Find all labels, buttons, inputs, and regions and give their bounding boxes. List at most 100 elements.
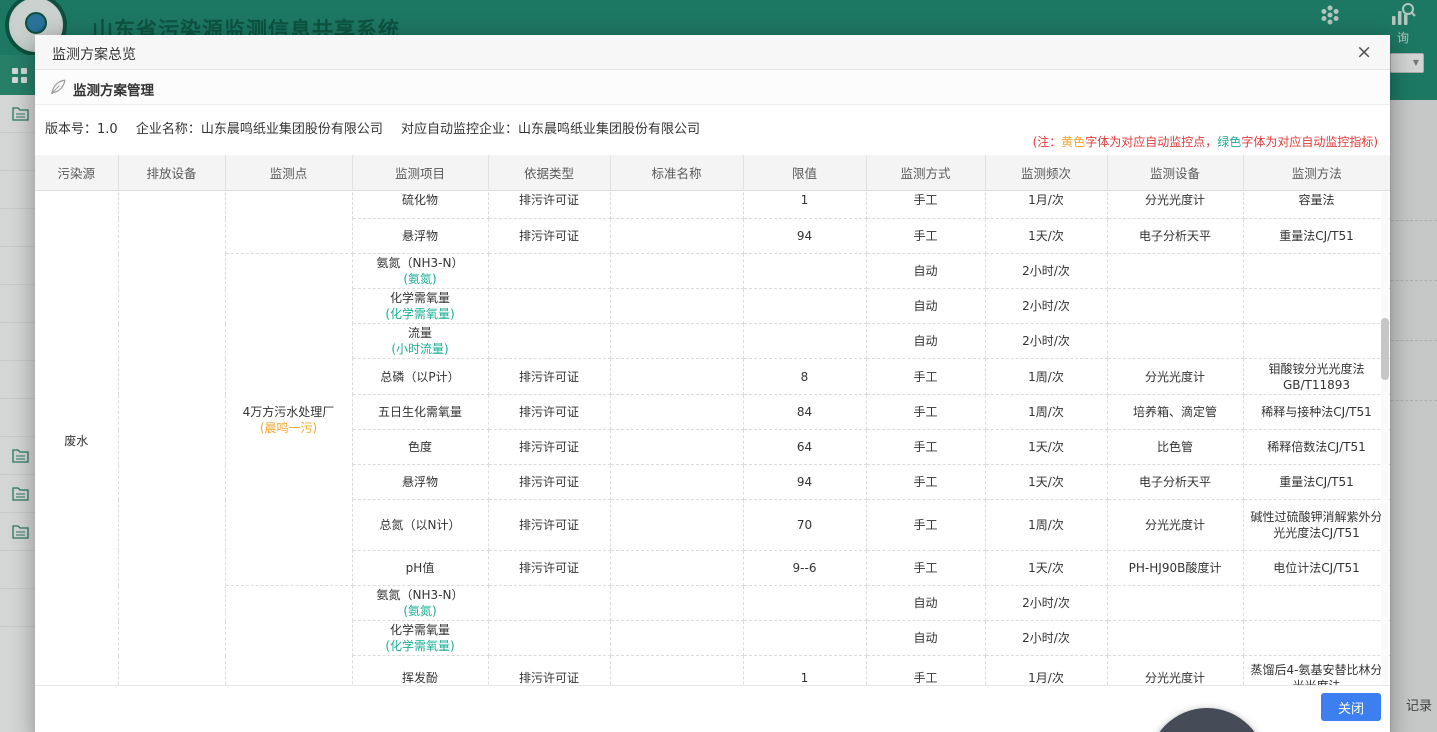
cell-basis-type (488, 586, 610, 621)
column-header: 限值 (743, 155, 866, 190)
column-header: 监测方式 (866, 155, 985, 190)
table-header: 污染源排放设备监测点监测项目依据类型标准名称限值监测方式监测频次监测设备监测方法 (35, 155, 1390, 191)
cell-basis-type: 排污许可证 (488, 219, 610, 254)
cell-monitor-device (1107, 289, 1243, 324)
cell-monitor-freq: 2小时/次 (985, 254, 1107, 289)
cell-standard-name (610, 656, 743, 686)
cell-basis-type: 排污许可证 (488, 500, 610, 551)
cell-monitor-device (1107, 254, 1243, 289)
cell-standard-name (610, 551, 743, 586)
cell-monitor-method: 稀释与接种法CJ/T51 (1243, 395, 1390, 430)
cell-monitor-mode: 自动 (866, 586, 985, 621)
cell-monitor-freq: 1天/次 (985, 465, 1107, 500)
table-row: 废水硫化物排污许可证1手工1月/次分光光度计容量法 (35, 191, 1390, 219)
cell-monitor-device: PH-HJ90B酸度计 (1107, 551, 1243, 586)
cell-basis-type: 排污许可证 (488, 191, 610, 219)
cell-monitor-mode: 手工 (866, 551, 985, 586)
cell-monitor-freq: 1周/次 (985, 359, 1107, 395)
cell-monitor-item: 流量(小时流量) (352, 324, 488, 359)
plan-info: 版本号：1.0 企业名称：山东晨鸣纸业集团股份有限公司 对应自动监控企业：山东晨… (45, 118, 700, 137)
cell-monitor-item: 悬浮物 (352, 465, 488, 500)
cell-monitor-freq: 2小时/次 (985, 621, 1107, 656)
cell-monitor-item: 悬浮物 (352, 219, 488, 254)
version-value: 1.0 (97, 122, 118, 137)
cell-monitor-method: 电位计法CJ/T51 (1243, 551, 1390, 586)
cell-monitor-mode: 手工 (866, 465, 985, 500)
cell-pollution-source: 废水 (35, 191, 118, 686)
cell-limit: 84 (743, 395, 866, 430)
table-scroll-area[interactable]: 废水硫化物排污许可证1手工1月/次分光光度计容量法悬浮物排污许可证94手工1天/… (35, 191, 1390, 686)
cell-standard-name (610, 191, 743, 219)
scrollbar-thumb[interactable] (1381, 318, 1389, 380)
cell-basis-type: 排污许可证 (488, 656, 610, 686)
column-header: 排放设备 (118, 155, 225, 190)
green-legend: 绿色 (1217, 135, 1241, 149)
cell-standard-name (610, 395, 743, 430)
cell-monitor-mode: 手工 (866, 395, 985, 430)
auto-company-value: 山东晨鸣纸业集团股份有限公司 (518, 122, 700, 137)
cell-monitor-point (225, 586, 352, 686)
cell-monitor-mode: 手工 (866, 191, 985, 219)
cell-monitor-item: 挥发酚 (352, 656, 488, 686)
table-header-row: 污染源排放设备监测点监测项目依据类型标准名称限值监测方式监测频次监测设备监测方法 (35, 155, 1390, 190)
cell-monitor-method: 蒸馏后4-氨基安替比林分光光度法 (1243, 656, 1390, 686)
version-label: 版本号： (45, 122, 97, 137)
cell-basis-type (488, 254, 610, 289)
cell-monitor-method (1243, 586, 1390, 621)
cell-basis-type: 排污许可证 (488, 430, 610, 465)
cell-limit: 1 (743, 656, 866, 686)
cell-basis-type: 排污许可证 (488, 465, 610, 500)
cell-monitor-device (1107, 324, 1243, 359)
cell-limit: 8 (743, 359, 866, 395)
cell-monitor-freq: 2小时/次 (985, 324, 1107, 359)
cell-monitor-freq: 1天/次 (985, 551, 1107, 586)
cell-monitor-freq: 2小时/次 (985, 289, 1107, 324)
monitoring-plan-modal: 监测方案总览 × 监测方案管理 版本号：1.0 企业名称： 山东晨鸣纸业集团股份有… (35, 35, 1390, 732)
auto-company-label: 对应自动监控企业： (401, 122, 518, 137)
section-title: 监测方案管理 (73, 79, 154, 99)
cell-limit (743, 254, 866, 289)
cell-standard-name (610, 621, 743, 656)
cell-basis-type (488, 324, 610, 359)
cell-basis-type: 排污许可证 (488, 395, 610, 430)
color-legend-note: (注：黄色字体为对应自动监控点，绿色字体为对应自动监控指标) (1033, 133, 1378, 150)
cell-monitor-method: 稀释倍数法CJ/T51 (1243, 430, 1390, 465)
cell-monitor-item: 氨氮（NH3-N）(氨氮) (352, 586, 488, 621)
cell-monitor-freq: 1天/次 (985, 219, 1107, 254)
table-body: 废水硫化物排污许可证1手工1月/次分光光度计容量法悬浮物排污许可证94手工1天/… (35, 191, 1390, 686)
cell-monitor-mode: 手工 (866, 500, 985, 551)
close-button[interactable]: 关闭 (1321, 693, 1381, 721)
cell-standard-name (610, 219, 743, 254)
column-header: 监测项目 (352, 155, 488, 190)
cell-monitor-device: 分光光度计 (1107, 500, 1243, 551)
cell-monitor-method (1243, 621, 1390, 656)
cell-monitor-freq: 1月/次 (985, 656, 1107, 686)
cell-monitor-item: 氨氮（NH3-N）(氨氮) (352, 254, 488, 289)
section-header: 监测方案管理 (35, 70, 1390, 105)
cell-monitor-item: 五日生化需氧量 (352, 395, 488, 430)
cell-emission-device (118, 191, 225, 686)
cell-monitor-item: 总磷（以P计） (352, 359, 488, 395)
company-label: 企业名称： (136, 122, 201, 137)
cell-monitor-method: 重量法CJ/T51 (1243, 219, 1390, 254)
cell-limit (743, 289, 866, 324)
cell-monitor-device: 分光光度计 (1107, 359, 1243, 395)
cell-basis-type (488, 289, 610, 324)
close-icon[interactable]: × (1352, 40, 1376, 64)
cell-monitor-mode: 手工 (866, 219, 985, 254)
cell-monitor-method (1243, 289, 1390, 324)
cell-monitor-device: 分光光度计 (1107, 191, 1243, 219)
table-scrollbar[interactable] (1381, 191, 1389, 686)
modal-title: 监测方案总览 (52, 44, 136, 64)
cell-monitor-item: 化学需氧量(化学需氧量) (352, 289, 488, 324)
cell-monitor-freq: 1周/次 (985, 395, 1107, 430)
column-header: 依据类型 (488, 155, 610, 190)
cell-basis-type: 排污许可证 (488, 551, 610, 586)
plan-info-row: 版本号：1.0 企业名称：山东晨鸣纸业集团股份有限公司 对应自动监控企业：山东晨… (35, 105, 1390, 155)
cell-monitor-point: 4万方污水处理厂(晨鸣一污) (225, 254, 352, 586)
table-row: 4万方污水处理厂(晨鸣一污)氨氮（NH3-N）(氨氮)自动2小时/次 (35, 254, 1390, 289)
cell-limit: 9--6 (743, 551, 866, 586)
cell-standard-name (610, 500, 743, 551)
column-header: 监测方法 (1243, 155, 1390, 190)
cell-monitor-device: 分光光度计 (1107, 656, 1243, 686)
